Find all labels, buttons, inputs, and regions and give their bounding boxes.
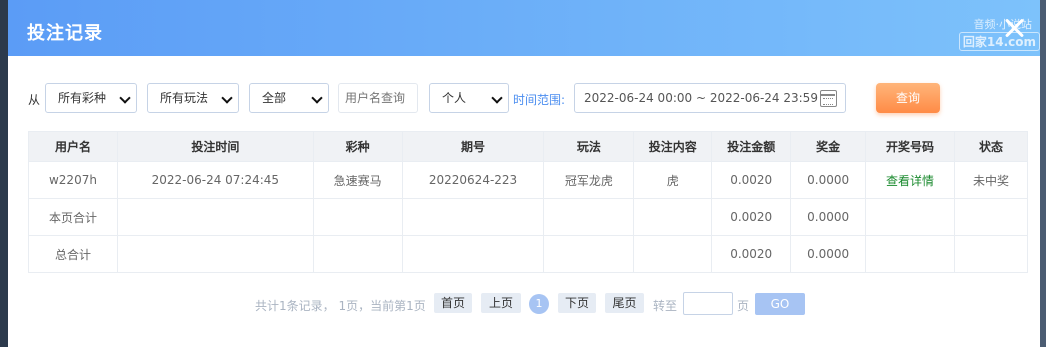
scope-select[interactable]: 个人 [429,83,509,113]
calendar-icon[interactable] [820,90,837,107]
lottery-select[interactable]: 所有彩种 [45,83,137,113]
page-unit-label: 页 [737,299,750,313]
goto-label: 转至 [653,299,678,313]
column-header: 开奖号码 [865,131,955,162]
table-row: w2207h 2022-06-24 07:24:45 急速赛马 20220624… [28,161,1029,199]
column-header: 用户名 [28,131,118,162]
grand-total-amount: 0.0020 [711,235,792,273]
table-header-row: 用户名 投注时间 彩种 期号 玩法 投注内容 投注金额 奖金 开奖号码 状态 [28,131,1029,162]
column-header: 状态 [953,131,1029,162]
page-total-label: 本页合计 [28,198,118,236]
page-number-current[interactable]: 1 [529,294,549,314]
status-select[interactable]: 全部 [249,83,329,113]
page-total-amount: 0.0020 [711,198,792,236]
cell-play: 冠军龙虎 [543,161,635,199]
empty-cell [401,235,545,273]
empty-cell [953,198,1029,236]
cell-lottery: 急速赛马 [312,161,403,199]
next-page-button[interactable]: 下页 [558,293,596,313]
page-total-prize: 0.0000 [790,198,867,236]
view-details-link[interactable]: 查看详情 [865,161,955,199]
time-range-label: 时间范围: [513,93,566,107]
status-select-value: 全部 [262,91,287,105]
from-label: 从 [28,93,41,107]
cell-bet-time: 2022-06-24 07:24:45 [116,161,314,199]
first-page-button[interactable]: 首页 [434,293,472,313]
prev-page-button[interactable]: 上页 [481,293,521,313]
chevron-down-icon [223,94,232,103]
empty-cell [953,235,1029,273]
column-header: 彩种 [312,131,403,162]
backdrop-right [1040,0,1046,347]
goto-page-input[interactable] [683,292,733,315]
empty-cell [312,235,403,273]
empty-cell [865,198,955,236]
go-button[interactable]: GO [755,293,805,315]
grand-total-row: 总合计 0.0020 0.0000 [28,235,1029,273]
chevron-down-icon [121,94,130,103]
modal-title: 投注记录 [27,23,103,44]
cell-status: 未中奖 [953,161,1029,199]
username-search-input[interactable] [338,83,418,113]
empty-cell [633,235,713,273]
chevron-down-icon [493,94,502,103]
column-header: 期号 [401,131,545,162]
empty-cell [865,235,955,273]
cell-issue: 20220624-223 [401,161,545,199]
lottery-select-value: 所有彩种 [58,91,107,105]
play-select[interactable]: 所有玩法 [147,83,239,113]
query-button[interactable]: 查询 [876,83,940,113]
column-header: 奖金 [790,131,867,162]
scope-select-value: 个人 [442,91,467,105]
cell-content: 虎 [633,161,713,199]
column-header: 投注金额 [711,131,792,162]
cell-amount: 0.0020 [711,161,792,199]
bet-records-table: 用户名 投注时间 彩种 期号 玩法 投注内容 投注金额 奖金 开奖号码 状态 w… [28,131,1029,273]
chevron-down-icon [313,94,322,103]
close-icon[interactable] [1004,18,1024,38]
grand-total-label: 总合计 [28,235,118,273]
empty-cell [401,198,545,236]
empty-cell [543,235,635,273]
date-range-input[interactable]: 2022-06-24 00:00 ~ 2022-06-24 23:59 [574,83,846,113]
empty-cell [116,235,314,273]
cell-prize: 0.0000 [790,161,867,199]
empty-cell [633,198,713,236]
empty-cell [116,198,314,236]
filter-bar: 从 所有彩种 所有玩法 全部 个人 时间范围: 2022-06-24 00:00… [8,83,1040,113]
date-range-value: 2022-06-24 00:00 ~ 2022-06-24 23:59 [584,91,818,105]
watermark-bottom-text: 回家14.com [958,32,1040,51]
play-select-value: 所有玩法 [160,91,209,105]
backdrop-left [0,0,8,347]
page-total-row: 本页合计 0.0020 0.0000 [28,198,1029,236]
cell-username: w2207h [28,161,118,199]
empty-cell [543,198,635,236]
modal-header: 投注记录 音频·小说站 回家14.com [8,0,1040,56]
column-header: 投注时间 [116,131,314,162]
column-header: 玩法 [543,131,635,162]
pagination-info: 共计1条记录， 1页，当前第1页 [255,299,426,313]
column-header: 投注内容 [633,131,713,162]
watermark: 音频·小说站 回家14.com [958,14,1042,52]
bet-record-modal: 投注记录 音频·小说站 回家14.com 从 所有彩种 所有玩法 全部 个人 时… [8,0,1040,347]
last-page-button[interactable]: 尾页 [605,293,644,313]
grand-total-prize: 0.0000 [790,235,867,273]
pagination: 共计1条记录， 1页，当前第1页 首页 上页 1 下页 尾页 转至 页 GO [8,292,1040,316]
empty-cell [312,198,403,236]
